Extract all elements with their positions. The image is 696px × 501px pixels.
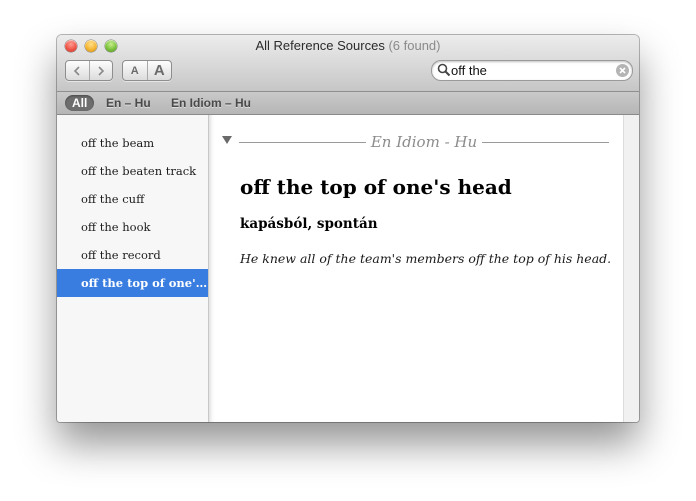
search-field[interactable] — [431, 60, 633, 81]
content-scrollbar[interactable] — [623, 115, 639, 422]
section-header: En Idiom - Hu — [239, 133, 609, 151]
result-item-off-the-record[interactable]: off the record — [57, 241, 208, 269]
found-count: (6 found) — [388, 38, 441, 53]
result-item-off-the-hook[interactable]: off the hook — [57, 213, 208, 241]
forward-button[interactable] — [88, 61, 113, 80]
font-smaller-button[interactable]: A — [123, 61, 147, 80]
search-icon — [437, 63, 451, 77]
scope-en-hu[interactable]: En – Hu — [106, 95, 151, 111]
font-larger-button[interactable]: A — [146, 61, 172, 80]
chevron-right-icon — [98, 65, 104, 76]
window-title-text: All Reference Sources — [255, 38, 385, 53]
font-size-control: A A — [122, 60, 172, 81]
result-item-off-the-cuff[interactable]: off the cuff — [57, 185, 208, 213]
scope-all[interactable]: All — [65, 95, 95, 111]
result-item-off-the-beam[interactable]: off the beam — [57, 129, 208, 157]
search-input[interactable] — [451, 62, 611, 79]
scope-bar: All En – Hu En Idiom – Hu — [57, 92, 639, 115]
entry-translation: kapásból, spontán — [240, 216, 378, 232]
disclosure-triangle-icon[interactable] — [222, 136, 232, 144]
results-sidebar: off the beam off the beaten track off th… — [57, 115, 209, 422]
entry-headword: off the top of one's head — [240, 175, 512, 199]
section-label: En Idiom - Hu — [365, 133, 483, 151]
result-item-off-the-top-of-ones-head[interactable]: off the top of one's head — [57, 269, 208, 297]
back-button[interactable] — [66, 61, 89, 80]
window-title: All Reference Sources (6 found) — [57, 38, 639, 53]
entry-example: He knew all of the team's members off th… — [240, 251, 612, 266]
result-item-off-the-beaten-track[interactable]: off the beaten track — [57, 157, 208, 185]
reference-window: All Reference Sources (6 found) A A off … — [57, 35, 639, 422]
navigation-control — [65, 60, 113, 81]
entry-content: En Idiom - Hu off the top of one's head … — [209, 115, 623, 422]
titlebar: All Reference Sources (6 found) A A — [57, 35, 639, 92]
clear-search-icon[interactable] — [616, 64, 629, 77]
x-icon — [619, 67, 626, 74]
scope-en-idiom-hu[interactable]: En Idiom – Hu — [171, 95, 251, 111]
chevron-left-icon — [74, 65, 80, 76]
